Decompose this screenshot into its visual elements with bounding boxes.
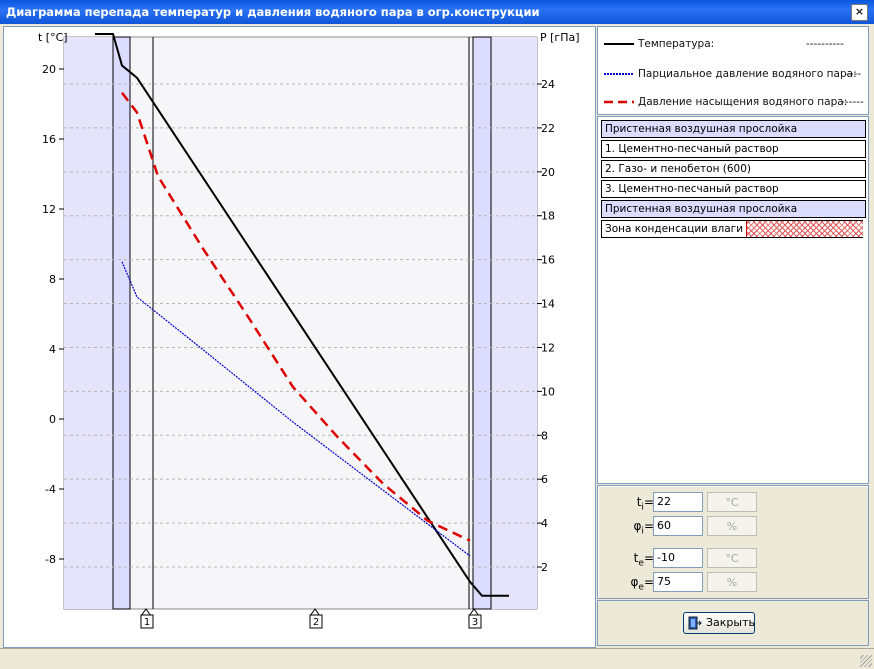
t-outer-unit: °C xyxy=(707,548,757,568)
right-tick-label: 20 xyxy=(541,166,555,179)
layer-item-inner-air-gap[interactable]: Пристенная воздушная прослойка xyxy=(601,120,866,138)
left-axis-label: t [°C] xyxy=(38,31,68,44)
right-tick-label: 18 xyxy=(541,210,555,223)
condensation-hatch-swatch xyxy=(746,221,863,237)
window-close-button[interactable]: × xyxy=(851,4,868,21)
phi-outer-unit: % xyxy=(707,572,757,592)
param-label-phi-outer: φe= xyxy=(630,575,654,593)
params-panel: ti= °C φi= % te= °C φe= % xyxy=(597,485,869,599)
legend-dashes: ------ xyxy=(841,96,864,108)
right-tick-label: 8 xyxy=(541,429,548,442)
legend-swatch-partial-pressure xyxy=(604,73,634,75)
param-label-t-outer: te= xyxy=(633,551,654,569)
right-tick-label: 10 xyxy=(541,385,555,398)
layer-item-1[interactable]: 1. Цементно-песчаный раствор xyxy=(601,140,866,158)
condensation-zone-legend: Зона конденсации влаги -> xyxy=(601,220,863,238)
right-tick-label: 2 xyxy=(541,561,548,574)
left-tick-label: 20 xyxy=(42,63,56,76)
right-tick-label: 14 xyxy=(541,298,555,311)
window-title: Диаграмма перепада температур и давления… xyxy=(6,5,540,19)
phi-inner-input[interactable] xyxy=(653,516,703,536)
left-tick-label: 4 xyxy=(49,343,56,356)
param-row-t-outer: te= °C xyxy=(598,548,868,570)
close-icon: × xyxy=(854,5,865,18)
right-tick-label: 22 xyxy=(541,122,555,135)
right-axis-label: P [гПа] xyxy=(540,31,580,44)
temperature-pressure-chart: 201612840-4-824222018161412108642t [°C] P… xyxy=(38,31,580,629)
close-panel: Закрыть xyxy=(597,600,869,646)
condensation-zone-label: Зона конденсации влаги -> xyxy=(605,223,759,235)
left-tick-label: 0 xyxy=(49,413,56,426)
param-row-phi-inner: φi= % xyxy=(598,516,868,538)
layer-item-2[interactable]: 2. Газо- и пенобетон (600) xyxy=(601,160,866,178)
legend-dashes: ---- xyxy=(846,68,862,80)
phi-outer-input[interactable] xyxy=(653,572,703,592)
legend-panel: Температура: ---------- Парциальное давл… xyxy=(597,26,869,115)
t-inner-unit: °C xyxy=(707,492,757,512)
right-tick-label: 4 xyxy=(541,517,548,530)
close-button-label: Закрыть xyxy=(706,616,755,629)
door-exit-icon xyxy=(688,616,702,630)
legend-swatch-temperature xyxy=(604,43,634,45)
legend-label: Температура: xyxy=(638,38,715,50)
layer-marker-label: 3 xyxy=(472,617,478,628)
param-label-phi-inner: φi= xyxy=(633,519,655,537)
title-bar: Диаграмма перепада температур и давления… xyxy=(0,0,874,24)
t-outer-input[interactable] xyxy=(653,548,703,568)
right-tick-label: 6 xyxy=(541,473,548,486)
left-tick-label: -8 xyxy=(45,553,56,566)
layers-panel: Пристенная воздушная прослойка 1. Цемент… xyxy=(597,116,869,484)
right-tick-label: 12 xyxy=(541,341,555,354)
param-row-phi-outer: φe= % xyxy=(598,572,868,594)
close-button[interactable]: Закрыть xyxy=(683,612,755,634)
layer-item-outer-air-gap[interactable]: Пристенная воздушная прослойка xyxy=(601,200,866,218)
outer-air-gap xyxy=(472,36,492,610)
legend-swatch-saturation-pressure xyxy=(604,100,634,104)
inner-air-gap xyxy=(112,36,131,610)
resize-grip-icon[interactable] xyxy=(860,655,872,667)
chart-panel: 20 16 12 8 4 0 -4 -8 24 22 20 18 16 14 12 10 8 6 4 2 t [°C] P… xyxy=(3,26,596,648)
legend-label: Парциальное давление водяного пара: xyxy=(638,68,857,80)
legend-dashes: ---------- xyxy=(806,38,844,50)
layer-item-3[interactable]: 3. Цементно-песчаный раствор xyxy=(601,180,866,198)
right-tick-label: 16 xyxy=(541,254,555,267)
layer-marker-label: 1 xyxy=(144,617,150,628)
right-tick-label: 24 xyxy=(541,78,555,91)
left-tick-label: 12 xyxy=(42,203,56,216)
left-tick-label: 16 xyxy=(42,133,56,146)
phi-inner-unit: % xyxy=(707,516,757,536)
status-bar xyxy=(0,648,874,669)
param-label-t-inner: ti= xyxy=(636,495,654,513)
t-inner-input[interactable] xyxy=(653,492,703,512)
left-tick-label: 8 xyxy=(49,273,56,286)
legend-label: Давление насыщения водяного пара: xyxy=(638,96,848,108)
layer-marker-label: 2 xyxy=(313,617,319,628)
param-row-t-inner: ti= °C xyxy=(598,492,868,514)
left-tick-label: -4 xyxy=(45,483,56,496)
